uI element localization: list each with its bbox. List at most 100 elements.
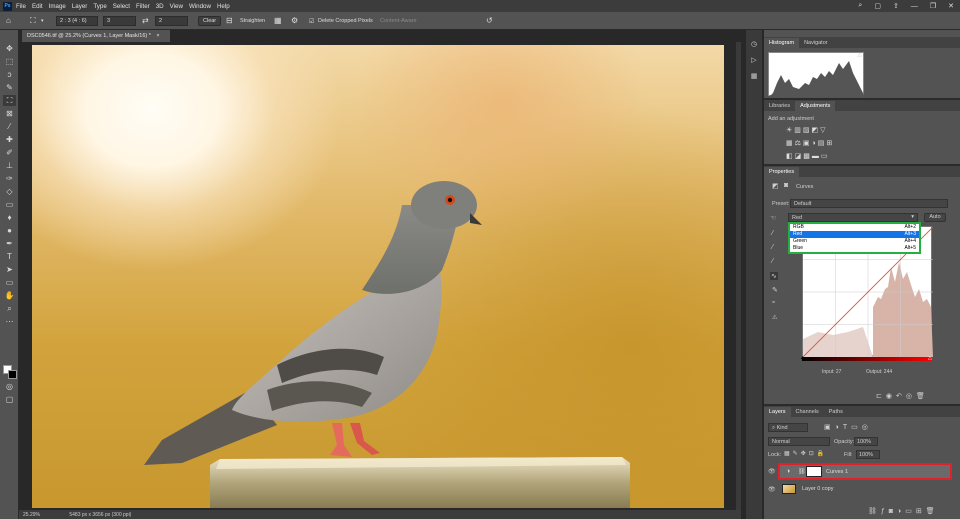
adjustment-icons-grid[interactable]: ☀▥▨◩▽ ▦⚖▣◑▤⊞ ◧◪▩▬▭ [786, 124, 834, 163]
crop-height-field[interactable]: 2 [155, 16, 188, 26]
crop-ratio-select[interactable]: 2 : 3 (4 : 6) [56, 16, 98, 26]
tab-channels[interactable]: Channels [791, 407, 824, 417]
photoshop-logo-icon[interactable]: Ps [3, 1, 12, 11]
crop-tool-icon[interactable]: ⛶ [30, 17, 36, 25]
history-brush-icon[interactable]: ✑ [3, 173, 16, 184]
black-point-eyedropper-icon[interactable]: ⁄ [772, 230, 773, 237]
channel-option-blue[interactable]: Blue Alt+5 [790, 245, 919, 252]
channel-select[interactable]: Red ▾ [788, 213, 918, 222]
close-tab-icon[interactable]: × [156, 33, 159, 39]
visibility-eye-icon[interactable]: 👁 [768, 486, 776, 493]
tab-properties[interactable]: Properties [764, 167, 800, 177]
photo-canvas[interactable] [32, 45, 724, 508]
crop-tool-icon[interactable]: ⛶ [3, 95, 16, 106]
black-slider-icon[interactable]: ▲ [800, 355, 805, 361]
menu-type[interactable]: Type [93, 3, 106, 10]
menu-filter[interactable]: Filter [136, 3, 150, 10]
channel-option-green[interactable]: Green Alt+4 [790, 238, 919, 245]
layer-filter-select[interactable]: ⌕ Kind [768, 423, 808, 432]
content-aware-label[interactable]: Content-Aware [380, 18, 417, 24]
menu-window[interactable]: Window [189, 3, 211, 10]
link-icon[interactable]: ⛓ [798, 468, 806, 475]
crop-width-field[interactable]: 3 [103, 16, 136, 26]
blur-tool-icon[interactable]: ♦ [3, 212, 16, 223]
type-tool-icon[interactable]: T [3, 251, 16, 262]
eraser-icon[interactable]: ◇ [3, 186, 16, 197]
clipping-warning-icon[interactable]: ⚠ [772, 314, 777, 321]
layer-name[interactable]: Layer 0 copy [802, 486, 834, 492]
lasso-tool-icon[interactable]: ↄ [3, 69, 16, 80]
history-icon[interactable]: ◷ [749, 40, 759, 50]
actions-icon[interactable]: ▷ [749, 56, 759, 66]
zoom-level[interactable]: 25.29% [23, 512, 40, 518]
gray-point-eyedropper-icon[interactable]: ⁄ [772, 244, 773, 251]
layer-mask-thumbnail[interactable] [806, 466, 822, 477]
visibility-eye-icon[interactable]: 👁 [768, 468, 776, 475]
document-tab[interactable]: DSC0546.tif @ 25.2% (Curves 1, Layer Mas… [22, 30, 170, 42]
straighten-label[interactable]: Straighten [240, 18, 265, 24]
stamp-tool-icon[interactable]: ⊥ [3, 160, 16, 171]
channel-option-rgb[interactable]: RGB Alt+2 [790, 224, 919, 231]
chevron-down-icon[interactable]: ▾ [41, 17, 44, 25]
tab-navigator[interactable]: Navigator [799, 38, 833, 48]
menu-help[interactable]: Help [217, 3, 230, 10]
menu-image[interactable]: Image [49, 3, 66, 10]
layer-name[interactable]: Curves 1 [826, 469, 848, 475]
menu-view[interactable]: View [170, 3, 183, 10]
swap-icon[interactable]: ⇄ [142, 17, 149, 25]
delete-cropped-checkbox[interactable]: ☑ [309, 18, 314, 26]
frame-tool-icon[interactable]: ⊠ [3, 108, 16, 119]
layer-row-curves-1[interactable]: ◑ ⛓ Curves 1 [778, 463, 952, 480]
eyedropper-icon[interactable]: ⁄ [3, 121, 16, 132]
properties-footer-icons[interactable]: ⊏◉↶◎🗑 [876, 392, 929, 400]
straighten-icon[interactable]: ⊟ [226, 17, 233, 25]
preset-select[interactable]: Default [790, 199, 948, 208]
white-slider-icon[interactable]: △ [928, 355, 932, 361]
home-icon[interactable]: ⌂ [6, 17, 11, 25]
search-icon[interactable]: ⌕ [858, 2, 862, 10]
layer-filter-icons[interactable]: ▣◑T▭◎ [824, 423, 872, 431]
auto-button[interactable]: Auto [924, 213, 946, 222]
quick-select-icon[interactable]: ✎ [3, 82, 16, 93]
opacity-field[interactable]: 100% [854, 437, 878, 446]
warning-icon[interactable]: ⚠ [857, 52, 862, 59]
minimize-icon[interactable]: — [911, 3, 918, 10]
overlay-grid-icon[interactable]: ▦ [274, 17, 282, 25]
zoom-tool-icon[interactable]: ⌕ [3, 303, 16, 314]
menu-edit[interactable]: Edit [32, 3, 43, 10]
vertical-scrollbar[interactable] [736, 42, 741, 510]
pen-tool-icon[interactable]: ✒ [3, 238, 16, 249]
pencil-draw-icon[interactable]: ✎ [772, 286, 778, 294]
more-tools-icon[interactable]: ⋯ [3, 316, 16, 327]
fill-field[interactable]: 100% [856, 450, 880, 459]
healing-brush-icon[interactable]: ✚ [3, 134, 16, 145]
tab-libraries[interactable]: Libraries [764, 101, 795, 111]
close-icon[interactable]: ✕ [948, 2, 954, 10]
hand-tool-icon[interactable]: ✋ [3, 290, 16, 301]
gear-icon[interactable]: ⚙ [291, 17, 298, 25]
menu-select[interactable]: Select [113, 3, 130, 10]
background-color-swatch[interactable] [8, 370, 17, 379]
brush-tool-icon[interactable]: ✐ [3, 147, 16, 158]
tab-paths[interactable]: Paths [824, 407, 848, 417]
layer-row-layer-0-copy[interactable]: Layer 0 copy [778, 482, 952, 497]
clear-button[interactable]: Clear [198, 16, 222, 26]
quick-mask-icon[interactable]: ◎ [3, 381, 16, 392]
curve-point-tool-icon[interactable]: ∿ [770, 272, 778, 280]
reset-icon[interactable]: ↺ [486, 17, 493, 25]
menu-file[interactable]: File [16, 3, 26, 10]
rectangle-tool-icon[interactable]: ▭ [3, 277, 16, 288]
tab-layers[interactable]: Layers [764, 407, 791, 417]
tab-adjustments[interactable]: Adjustments [795, 101, 836, 111]
layer-mask-icon[interactable]: ◙ [784, 182, 788, 189]
share-icon[interactable]: ⇪ [893, 2, 899, 10]
menu-layer[interactable]: Layer [72, 3, 87, 10]
target-adjust-icon[interactable]: ☜ [770, 214, 776, 222]
smooth-curve-icon[interactable]: ≈ [772, 300, 775, 306]
lock-icons[interactable]: ▦✎✥⊡🔒 [784, 450, 827, 457]
blend-mode-select[interactable]: Normal [768, 437, 830, 446]
dodge-tool-icon[interactable]: ● [3, 225, 16, 236]
tab-histogram[interactable]: Histogram [764, 38, 800, 48]
move-tool-icon[interactable]: ✥ [3, 43, 16, 54]
marquee-tool-icon[interactable]: ⬚ [3, 56, 16, 67]
